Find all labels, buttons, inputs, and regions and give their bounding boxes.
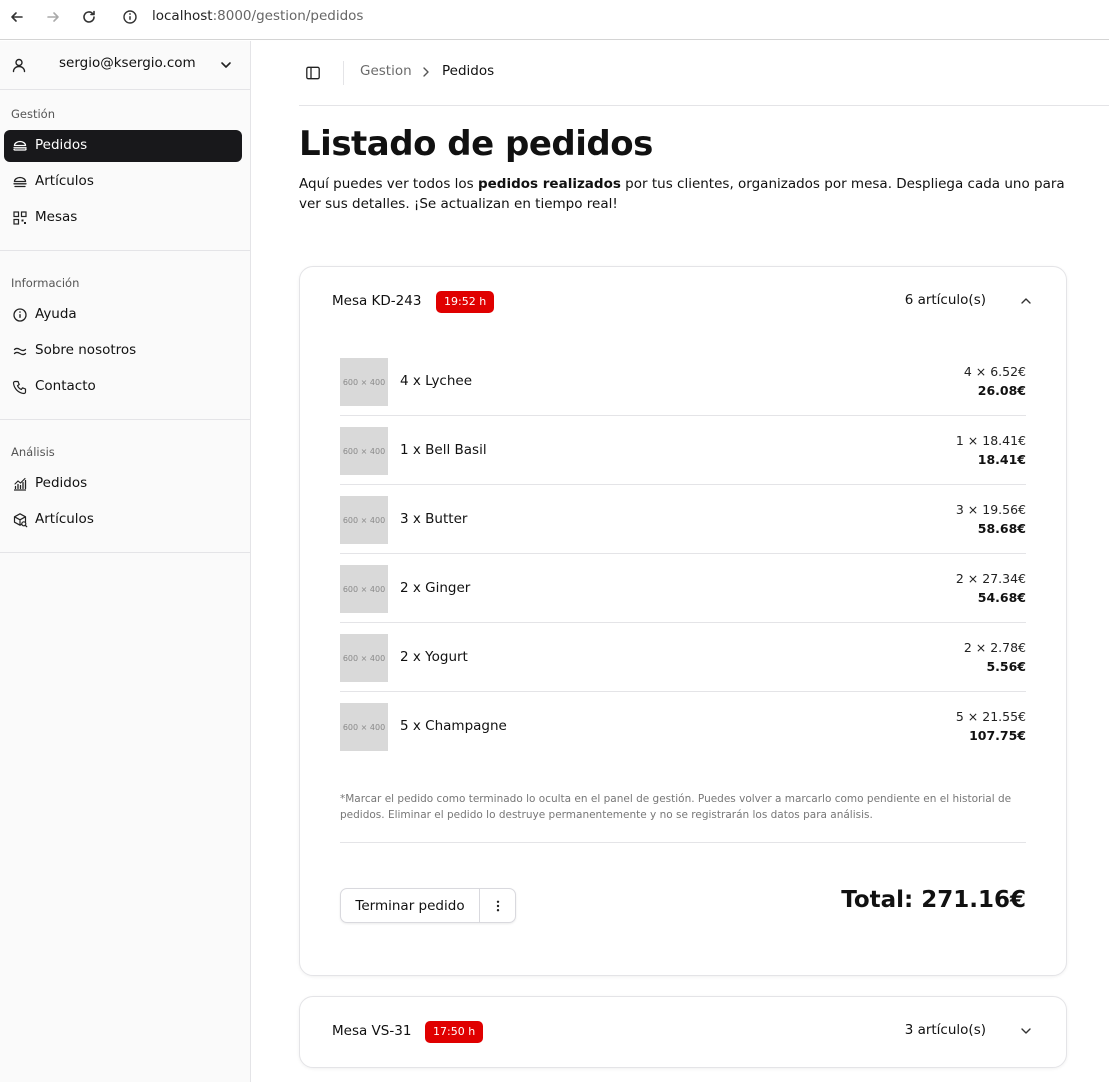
section-title: Información bbox=[11, 276, 80, 290]
sidebar-item-label: Sobre nosotros bbox=[35, 342, 137, 358]
order-time-badge: 17:50 h bbox=[425, 1021, 484, 1043]
sidebar-item-label: Ayuda bbox=[35, 306, 77, 322]
breadcrumb-parent[interactable]: Gestion bbox=[360, 63, 412, 79]
sidebar-item-label: Artículos bbox=[35, 173, 94, 189]
package-search-icon bbox=[13, 513, 28, 528]
item-unit-price: 2 × 27.34€ bbox=[955, 571, 1026, 586]
sidebar-item-label: Contacto bbox=[35, 378, 96, 394]
item-subtotal: 26.08€ bbox=[977, 383, 1026, 398]
item-subtotal: 5.56€ bbox=[986, 659, 1026, 674]
order-table-name: Mesa KD-243 bbox=[332, 293, 422, 309]
sidebar-item-sobre-nosotros[interactable]: Sobre nosotros bbox=[4, 335, 242, 367]
item-subtotal: 54.68€ bbox=[977, 590, 1026, 605]
sidebar-item-ayuda[interactable]: Ayuda bbox=[4, 299, 242, 331]
sidebar-item-analisis-pedidos[interactable]: Pedidos bbox=[4, 468, 242, 500]
item-image-placeholder: 600 × 400 bbox=[340, 565, 388, 613]
item-name: 2 x Yogurt bbox=[400, 649, 468, 665]
order-footnote: *Marcar el pedido como terminado lo ocul… bbox=[340, 793, 1012, 821]
chevron-right-icon bbox=[423, 67, 429, 77]
sidebar-item-label: Pedidos bbox=[35, 137, 88, 153]
sidebar-item-label: Mesas bbox=[35, 209, 78, 225]
item-name: 2 x Ginger bbox=[400, 580, 471, 596]
item-name: 4 x Lychee bbox=[400, 373, 473, 389]
item-subtotal: 107.75€ bbox=[969, 728, 1026, 743]
item-unit-price: 1 × 18.41€ bbox=[955, 433, 1026, 448]
order-item-row: 600 × 400 5 x Champagne 5 × 21.55€ 107.7… bbox=[340, 692, 1026, 761]
item-image-placeholder: 600 × 400 bbox=[340, 496, 388, 544]
order-item-row: 600 × 400 1 x Bell Basil 1 × 18.41€ 18.4… bbox=[340, 416, 1026, 485]
item-name: 1 x Bell Basil bbox=[400, 442, 487, 458]
info-icon bbox=[13, 308, 27, 322]
item-unit-price: 2 × 2.78€ bbox=[963, 640, 1026, 655]
item-image-placeholder: 600 × 400 bbox=[340, 634, 388, 682]
section-title: Gestión bbox=[11, 107, 56, 121]
item-unit-price: 4 × 6.52€ bbox=[963, 364, 1026, 379]
page-title: Listado de pedidos bbox=[299, 124, 653, 164]
section-informacion: Información Ayuda Sobre nosotros Contact… bbox=[0, 251, 250, 420]
sidebar-item-articulos[interactable]: Artículos bbox=[4, 166, 242, 198]
chevron-up-icon bbox=[1021, 298, 1031, 304]
item-subtotal: 18.41€ bbox=[977, 452, 1026, 467]
approx-icon bbox=[13, 347, 27, 356]
breadcrumb-current: Pedidos bbox=[442, 63, 495, 79]
chevron-down-icon bbox=[221, 62, 231, 68]
item-image-placeholder: 600 × 400 bbox=[340, 358, 388, 406]
item-subtotal: 58.68€ bbox=[977, 521, 1026, 536]
order-card-header[interactable]: Mesa KD-243 19:52 h 6 artículo(s) bbox=[300, 267, 1066, 335]
more-actions-button[interactable] bbox=[480, 889, 515, 922]
address-bar[interactable]: localhost:8000/gestion/pedidos bbox=[152, 8, 363, 24]
reload-icon[interactable] bbox=[78, 6, 100, 28]
item-unit-price: 5 × 21.55€ bbox=[955, 709, 1026, 724]
item-image-placeholder: 600 × 400 bbox=[340, 703, 388, 751]
user-icon bbox=[12, 58, 26, 73]
sidebar: sergio@ksergio.com Gestión Pedidos Artíc… bbox=[0, 41, 251, 1082]
order-actions: Terminar pedido bbox=[340, 888, 516, 923]
order-time-badge: 19:52 h bbox=[436, 291, 495, 313]
order-card-header[interactable]: Mesa VS-31 17:50 h 3 artículo(s) bbox=[300, 997, 1066, 1065]
finish-order-button[interactable]: Terminar pedido bbox=[341, 889, 480, 922]
site-info-icon[interactable] bbox=[122, 9, 138, 25]
page-header: Gestion Pedidos bbox=[299, 41, 1109, 106]
burger-icon bbox=[13, 140, 27, 151]
order-item-row: 600 × 400 2 x Ginger 2 × 27.34€ 54.68€ bbox=[340, 554, 1026, 623]
back-arrow-icon[interactable] bbox=[6, 6, 28, 28]
order-card: Mesa VS-31 17:50 h 3 artículo(s) bbox=[299, 996, 1067, 1068]
order-total: Total: 271.16€ bbox=[841, 887, 1026, 913]
chevron-down-icon bbox=[1021, 1028, 1031, 1034]
qr-code-icon bbox=[13, 211, 27, 225]
item-name: 5 x Champagne bbox=[400, 718, 507, 734]
sidebar-item-label: Pedidos bbox=[35, 475, 88, 491]
chart-icon bbox=[14, 477, 27, 491]
divider bbox=[340, 842, 1026, 843]
order-item-count: 6 artículo(s) bbox=[904, 292, 986, 308]
account-switcher[interactable]: sergio@ksergio.com bbox=[0, 41, 250, 90]
phone-icon bbox=[12, 380, 27, 395]
section-analisis: Análisis Pedidos Artículos bbox=[0, 420, 250, 553]
section-gestion: Gestión Pedidos Artículos Mesas bbox=[0, 91, 250, 251]
forward-arrow-icon[interactable] bbox=[42, 6, 64, 28]
order-item-row: 600 × 400 2 x Yogurt 2 × 2.78€ 5.56€ bbox=[340, 623, 1026, 692]
sidebar-item-contacto[interactable]: Contacto bbox=[4, 371, 242, 403]
page-description: Aquí puedes ver todos los pedidos realiz… bbox=[299, 176, 1065, 212]
browser-toolbar: localhost:8000/gestion/pedidos bbox=[0, 0, 1109, 40]
divider bbox=[343, 61, 344, 85]
item-unit-price: 3 × 19.56€ bbox=[955, 502, 1026, 517]
item-name: 3 x Butter bbox=[400, 511, 468, 527]
order-item-count: 3 artículo(s) bbox=[904, 1022, 986, 1038]
order-table-name: Mesa VS-31 bbox=[332, 1023, 412, 1039]
section-title: Análisis bbox=[11, 445, 55, 459]
order-card: Mesa KD-243 19:52 h 6 artículo(s) 600 × … bbox=[299, 266, 1067, 976]
sidebar-item-pedidos[interactable]: Pedidos bbox=[4, 130, 242, 162]
sidebar-item-label: Artículos bbox=[35, 511, 94, 527]
burger-icon bbox=[13, 176, 27, 188]
order-item-row: 600 × 400 4 x Lychee 4 × 6.52€ 26.08€ bbox=[340, 347, 1026, 416]
sidebar-item-mesas[interactable]: Mesas bbox=[4, 202, 242, 234]
more-vertical-icon bbox=[496, 900, 499, 911]
order-item-row: 600 × 400 3 x Butter 3 × 19.56€ 58.68€ bbox=[340, 485, 1026, 554]
sidebar-item-analisis-articulos[interactable]: Artículos bbox=[4, 504, 242, 536]
sidebar-toggle-icon[interactable] bbox=[305, 65, 321, 81]
account-email: sergio@ksergio.com bbox=[59, 55, 196, 71]
item-image-placeholder: 600 × 400 bbox=[340, 427, 388, 475]
